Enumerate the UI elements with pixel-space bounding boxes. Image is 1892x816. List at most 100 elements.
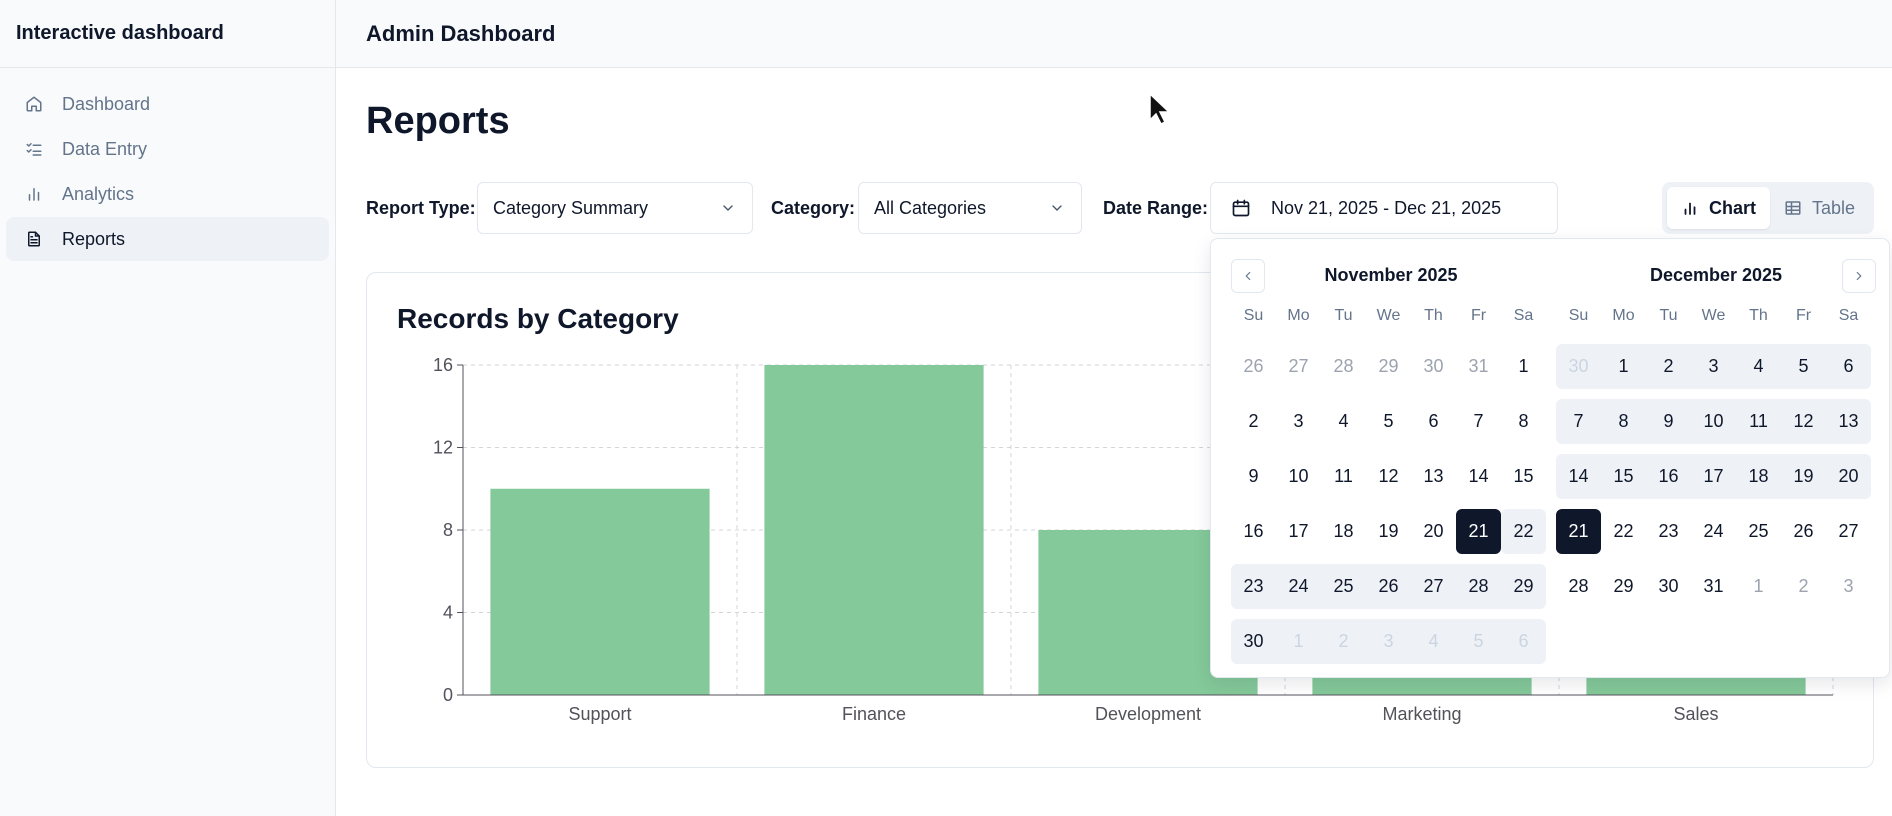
calendar-day[interactable]: 9: [1646, 399, 1691, 444]
calendar-day[interactable]: 18: [1321, 509, 1366, 554]
calendar-day[interactable]: 3: [1366, 619, 1411, 664]
calendar-day[interactable]: 8: [1501, 399, 1546, 444]
calendar-day[interactable]: 12: [1781, 399, 1826, 444]
calendar-day[interactable]: 22: [1601, 509, 1646, 554]
calendar-day[interactable]: 23: [1231, 564, 1276, 609]
calendar-day[interactable]: 6: [1501, 619, 1546, 664]
bar-finance[interactable]: [764, 365, 984, 695]
bar-support[interactable]: [490, 488, 710, 695]
calendar-day[interactable]: 2: [1321, 619, 1366, 664]
category-select[interactable]: All Categories: [858, 182, 1082, 234]
calendar-day[interactable]: 29: [1601, 564, 1646, 609]
calendar-day[interactable]: 30: [1556, 344, 1601, 389]
calendar-day[interactable]: 28: [1456, 564, 1501, 609]
calendar-day[interactable]: 27: [1411, 564, 1456, 609]
next-month-button[interactable]: [1842, 259, 1876, 293]
calendar-day[interactable]: 8: [1601, 399, 1646, 444]
calendar-day[interactable]: 31: [1691, 564, 1736, 609]
calendar-day[interactable]: 1: [1736, 564, 1781, 609]
calendar-day[interactable]: 25: [1321, 564, 1366, 609]
calendar-day[interactable]: 5: [1366, 399, 1411, 444]
date-range-picker[interactable]: Nov 21, 2025 - Dec 21, 2025: [1210, 182, 1558, 234]
calendar-day[interactable]: 31: [1456, 344, 1501, 389]
calendar-day[interactable]: 5: [1456, 619, 1501, 664]
calendar-day[interactable]: 6: [1411, 399, 1456, 444]
table-view-button[interactable]: Table: [1770, 187, 1869, 229]
calendar-day[interactable]: 26: [1366, 564, 1411, 609]
calendar-day[interactable]: 5: [1781, 344, 1826, 389]
calendar-day[interactable]: 7: [1556, 399, 1601, 444]
calendar-day[interactable]: 30: [1231, 619, 1276, 664]
calendar-day[interactable]: 11: [1321, 454, 1366, 499]
calendar-day[interactable]: 26: [1781, 509, 1826, 554]
calendar-day[interactable]: 28: [1556, 564, 1601, 609]
calendar-day[interactable]: 12: [1366, 454, 1411, 499]
sidebar-item-dashboard[interactable]: Dashboard: [6, 82, 329, 126]
calendar-week: 26 27 28 29 30 31 1: [1231, 339, 1551, 394]
calendar-day[interactable]: 1: [1601, 344, 1646, 389]
calendar-day[interactable]: 13: [1411, 454, 1456, 499]
calendar-day[interactable]: 29: [1501, 564, 1546, 609]
calendar-day[interactable]: 4: [1736, 344, 1781, 389]
calendar-day[interactable]: 25: [1736, 509, 1781, 554]
calendar-day[interactable]: 30: [1411, 344, 1456, 389]
calendar-week: 7 8 9 10 11 12 13: [1556, 394, 1876, 449]
calendar-day[interactable]: 29: [1366, 344, 1411, 389]
calendar-day[interactable]: 6: [1826, 344, 1871, 389]
calendar-day[interactable]: 2: [1781, 564, 1826, 609]
calendar-day[interactable]: 7: [1456, 399, 1501, 444]
calendar-day[interactable]: 3: [1691, 344, 1736, 389]
calendar-day[interactable]: 2: [1231, 399, 1276, 444]
calendar-day[interactable]: 1: [1276, 619, 1321, 664]
calendar-day[interactable]: 3: [1826, 564, 1871, 609]
calendar-day[interactable]: 16: [1231, 509, 1276, 554]
calendar-day[interactable]: 16: [1646, 454, 1691, 499]
calendar-day[interactable]: 17: [1691, 454, 1736, 499]
calendar-day[interactable]: 1: [1501, 344, 1546, 389]
calendar-day[interactable]: 14: [1556, 454, 1601, 499]
weekday-label: Th: [1749, 307, 1768, 324]
calendar-day[interactable]: 4: [1411, 619, 1456, 664]
calendar-day[interactable]: 21: [1556, 509, 1601, 554]
calendar-day[interactable]: 15: [1501, 454, 1546, 499]
calendar-day[interactable]: 27: [1826, 509, 1871, 554]
chart-view-button[interactable]: Chart: [1667, 187, 1771, 229]
calendar-day[interactable]: 22: [1501, 509, 1546, 554]
calendar-day[interactable]: 27: [1276, 344, 1321, 389]
calendar-day[interactable]: 30: [1646, 564, 1691, 609]
sidebar-item-label: Analytics: [62, 183, 135, 204]
calendar-day[interactable]: 11: [1736, 399, 1781, 444]
calendar-day[interactable]: 20: [1411, 509, 1456, 554]
calendar-day[interactable]: 21: [1456, 509, 1501, 554]
calendar-day[interactable]: 3: [1276, 399, 1321, 444]
calendar-day[interactable]: 24: [1691, 509, 1736, 554]
calendar-day[interactable]: 17: [1276, 509, 1321, 554]
calendar-day[interactable]: 15: [1601, 454, 1646, 499]
sidebar-item-analytics[interactable]: Analytics: [6, 172, 329, 216]
sidebar-nav: Dashboard Data Entry Analytics Reports: [0, 68, 335, 261]
calendar-day[interactable]: 20: [1826, 454, 1871, 499]
calendar-day[interactable]: 2: [1646, 344, 1691, 389]
calendar-day[interactable]: 19: [1781, 454, 1826, 499]
calendar-day[interactable]: 26: [1231, 344, 1276, 389]
calendar-day[interactable]: 23: [1646, 509, 1691, 554]
calendar-day[interactable]: 28: [1321, 344, 1366, 389]
calendar-day[interactable]: 18: [1736, 454, 1781, 499]
calendar-day[interactable]: 13: [1826, 399, 1871, 444]
sidebar-item-reports[interactable]: Reports: [6, 217, 329, 261]
page-title: Reports: [366, 100, 510, 142]
calendar-day[interactable]: 10: [1691, 399, 1736, 444]
calendar-day[interactable]: 10: [1276, 454, 1321, 499]
calendar-day[interactable]: 4: [1321, 399, 1366, 444]
calendar-week: 9 10 11 12 13 14 15: [1231, 449, 1551, 504]
sidebar-item-data-entry[interactable]: Data Entry: [6, 127, 329, 171]
report-type-select[interactable]: Category Summary: [477, 182, 753, 234]
calendar-day[interactable]: 24: [1276, 564, 1321, 609]
calendar-day[interactable]: 19: [1366, 509, 1411, 554]
calendar-week: 30 1 2 3 4 5 6: [1231, 614, 1551, 669]
report-type-value: Category Summary: [493, 197, 649, 218]
calendar-day[interactable]: 9: [1231, 454, 1276, 499]
calendar-day[interactable]: 14: [1456, 454, 1501, 499]
x-tick-label: Sales: [1673, 704, 1718, 724]
prev-month-button[interactable]: [1231, 259, 1265, 293]
